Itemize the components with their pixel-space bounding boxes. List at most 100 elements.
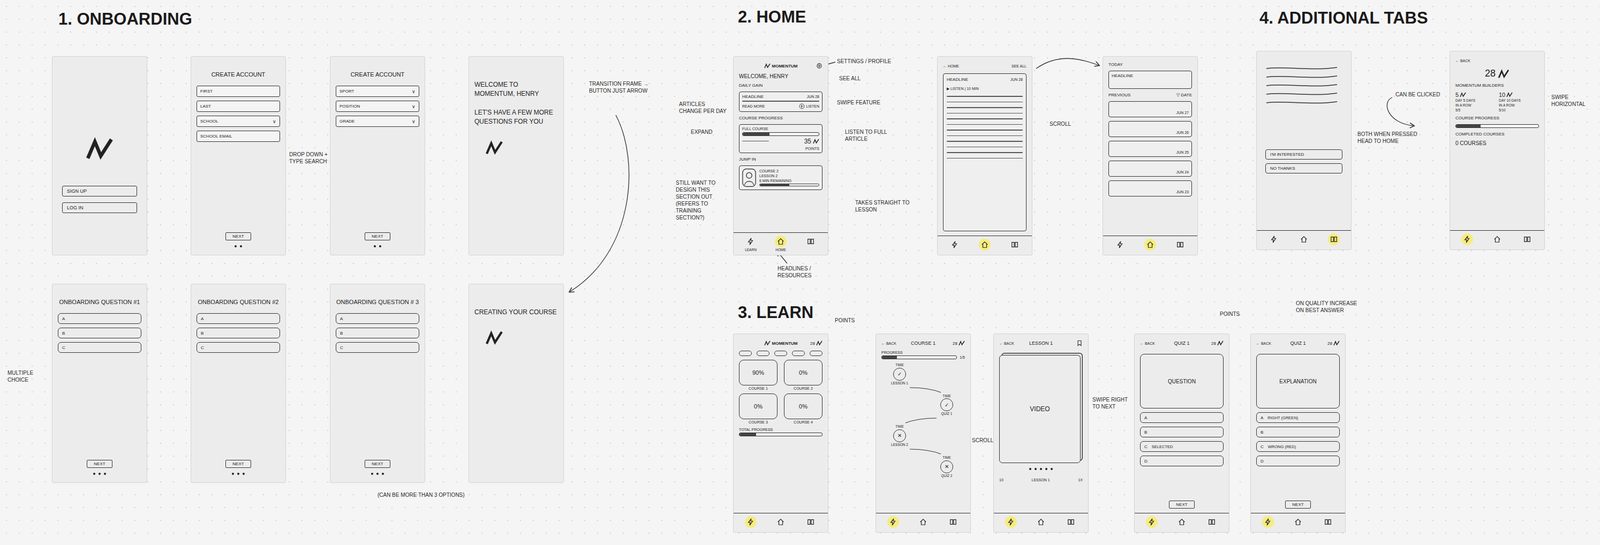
headline-card[interactable]: HEADLINEJUN 28READ MORELISTEN: [738, 91, 823, 112]
news-icon[interactable]: [806, 237, 815, 246]
lesson-node[interactable]: TIME✓QUIZ 1: [931, 394, 962, 417]
filter-chip[interactable]: [738, 350, 752, 357]
dropdown-icon[interactable]: ∨: [411, 103, 416, 110]
tab[interactable]: [774, 516, 787, 528]
answer-option[interactable]: CWRONG (RED): [1256, 441, 1340, 452]
bookmark-icon[interactable]: [1076, 340, 1083, 347]
lesson-node[interactable]: TIME✕QUIZ 2: [931, 455, 962, 479]
tab[interactable]: [1145, 516, 1158, 528]
answer-option[interactable]: B: [1140, 426, 1224, 438]
tab[interactable]: [1065, 516, 1077, 528]
input-field[interactable]: SPORT∨: [335, 85, 420, 97]
answer-option[interactable]: B: [57, 327, 142, 339]
back-button[interactable]: ← BACK: [881, 341, 909, 346]
next-button[interactable]: NEXT: [225, 459, 251, 469]
answer-option[interactable]: A: [57, 313, 142, 324]
news-icon[interactable]: [949, 518, 957, 526]
house-icon[interactable]: [1300, 235, 1308, 244]
jump-in-card[interactable]: COURSE 2LESSON 26 MIN REMAINING: [738, 165, 823, 191]
video-player[interactable]: VIDEO: [999, 355, 1081, 464]
tab[interactable]: [948, 238, 961, 251]
next-button[interactable]: NEXT: [86, 459, 112, 469]
next-button[interactable]: NEXT: [364, 232, 390, 241]
answer-option[interactable]: CSELECTED: [1140, 441, 1224, 452]
article-row[interactable]: JUN 23: [1108, 180, 1192, 197]
answer-option[interactable]: A: [335, 313, 420, 324]
news-icon[interactable]: [1067, 518, 1075, 526]
tab[interactable]: [1262, 516, 1274, 528]
tab[interactable]: [804, 516, 817, 528]
lesson-node[interactable]: TIME✕LESSON 2: [884, 424, 915, 448]
listen-button[interactable]: ▶ LISTEN | 10 MIN: [946, 86, 1023, 92]
sort-button[interactable]: ▽ DATE: [1176, 92, 1192, 98]
house-icon[interactable]: [1294, 518, 1302, 526]
tab[interactable]: [1175, 516, 1188, 528]
news-icon[interactable]: [1523, 235, 1531, 244]
headline-card[interactable]: HEADLINE: [1108, 70, 1192, 89]
input-field[interactable]: LAST: [196, 100, 281, 112]
house-icon[interactable]: [919, 518, 927, 526]
tab[interactable]: LEARN: [744, 235, 757, 252]
bolt-icon[interactable]: [889, 518, 897, 526]
input-field[interactable]: GRADE∨: [335, 115, 420, 127]
filter-chip[interactable]: [756, 350, 770, 357]
nav-link[interactable]: SEE ALL: [1011, 64, 1027, 69]
speed-button[interactable]: 1X: [1077, 478, 1083, 482]
tab[interactable]: [1322, 516, 1334, 528]
lesson-node[interactable]: TIME✓LESSON 1: [884, 363, 915, 386]
streak-card[interactable]: 10DAY 10 DAYSIN A ROW5/10: [1498, 91, 1539, 112]
tab[interactable]: [887, 516, 900, 528]
article-row[interactable]: JUN 27: [1108, 101, 1192, 118]
back-button[interactable]: ← HOME: [942, 64, 983, 69]
bolt-icon[interactable]: [951, 240, 959, 249]
tab[interactable]: [917, 516, 930, 528]
answer-option[interactable]: B: [335, 327, 420, 339]
dropdown-icon[interactable]: ∨: [272, 118, 277, 125]
gear-icon[interactable]: [816, 62, 823, 70]
back-button[interactable]: ← BACK: [1140, 341, 1172, 346]
tab[interactable]: [1491, 233, 1504, 246]
bolt-icon[interactable]: [1264, 518, 1272, 526]
tab[interactable]: [947, 516, 960, 528]
filter-chip[interactable]: [774, 350, 788, 357]
tab[interactable]: [744, 516, 757, 528]
tab[interactable]: [1461, 233, 1474, 246]
next-button[interactable]: NEXT: [225, 232, 251, 241]
house-icon[interactable]: [1037, 518, 1045, 526]
house-icon[interactable]: [1493, 235, 1501, 244]
course-progress-card[interactable]: FULL COURSE35POINTS: [738, 124, 823, 154]
bolt-icon[interactable]: [1116, 240, 1124, 249]
bolt-icon[interactable]: [746, 518, 755, 526]
answer-option[interactable]: C: [196, 342, 281, 353]
tab[interactable]: [1268, 233, 1280, 246]
house-icon[interactable]: [1146, 240, 1154, 249]
answer-option[interactable]: B: [1256, 426, 1340, 438]
tab[interactable]: [1521, 233, 1534, 246]
news-icon[interactable]: [1330, 235, 1338, 244]
choice-button[interactable]: NO THANKS: [1265, 163, 1343, 174]
news-icon[interactable]: [1324, 518, 1332, 526]
choice-button[interactable]: I'M INTERESTED: [1265, 149, 1343, 160]
bolt-icon[interactable]: [746, 237, 755, 246]
filter-chip[interactable]: [809, 350, 823, 357]
back-button[interactable]: ← BACK: [1256, 341, 1288, 346]
dropdown-icon[interactable]: ∨: [411, 118, 416, 125]
answer-option[interactable]: B: [196, 327, 281, 339]
dropdown-icon[interactable]: ∨: [411, 88, 416, 95]
tab[interactable]: [1114, 238, 1127, 251]
input-field[interactable]: SCHOOL EMAIL: [196, 130, 281, 142]
button[interactable]: SIGN UP: [62, 185, 138, 197]
back-button[interactable]: ← BACK: [999, 341, 1028, 346]
article-row[interactable]: JUN 25: [1108, 140, 1192, 157]
button[interactable]: LOG IN: [62, 202, 138, 214]
tab[interactable]: [1327, 233, 1340, 246]
input-field[interactable]: SCHOOL∨: [196, 115, 281, 127]
answer-option[interactable]: C: [335, 342, 420, 353]
streak-card[interactable]: 5DAY 5 DAYSIN A ROW5/5: [1455, 91, 1496, 112]
tab[interactable]: [1008, 238, 1021, 251]
house-icon[interactable]: [776, 518, 785, 526]
play-icon[interactable]: [798, 103, 805, 110]
answer-option[interactable]: D: [1140, 455, 1224, 467]
back-button[interactable]: ← BACK: [1455, 58, 1496, 63]
article-row[interactable]: JUN 26: [1108, 121, 1192, 138]
